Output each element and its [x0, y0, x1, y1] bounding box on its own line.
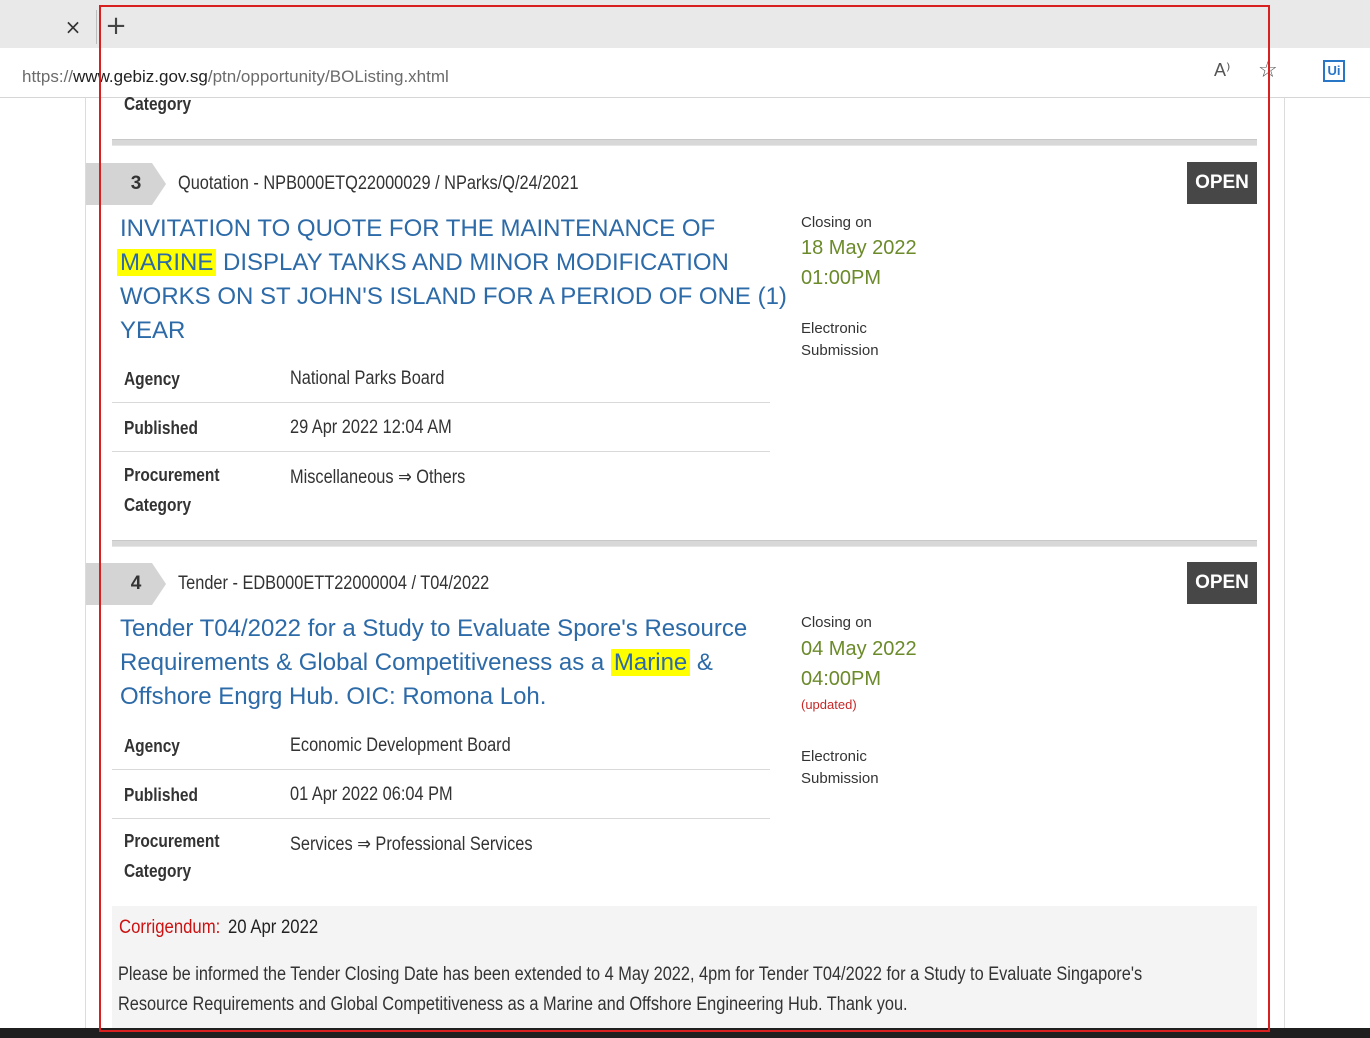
url-prefix: https://	[22, 67, 74, 86]
row-divider	[112, 451, 770, 452]
listing-reference: Tender - EDB000ETT22000004 / T04/2022	[178, 573, 490, 594]
listing-number-badge: 4	[86, 563, 166, 605]
updated-note: (updated)	[801, 697, 857, 712]
corrigendum-date: 20 Apr 2022	[228, 917, 319, 938]
listing-title-link[interactable]: INVITATION TO QUOTE FOR THE MAINTENANCE …	[117, 212, 787, 348]
listing-separator	[112, 139, 1257, 146]
read-aloud-icon[interactable]: A⁾	[1214, 60, 1230, 81]
url-host: www.gebiz.gov.sg	[73, 67, 208, 86]
row-divider	[112, 402, 770, 403]
submission-method: Electronic Submission	[801, 320, 879, 359]
closing-label: Closing on	[801, 614, 872, 631]
tab-strip: × +	[0, 0, 1370, 48]
title-line: INVITATION TO QUOTE FOR THE MAINTENANCE …	[120, 215, 716, 242]
listing-number: 4	[130, 573, 142, 594]
closing-time: 04:00PM	[801, 668, 882, 690]
taskbar-edge	[0, 1028, 1370, 1038]
listing-separator	[112, 540, 1257, 547]
url-path: /ptn/opportunity/BOListing.xhtml	[207, 67, 449, 86]
closing-date: 04 May 2022	[801, 638, 917, 660]
closing-date: 18 May 2022	[801, 237, 917, 259]
tab-divider	[96, 10, 97, 44]
title-line: YEAR	[120, 317, 186, 344]
title-line: WORKS ON ST JOHN'S ISLAND FOR A PERIOD O…	[120, 283, 787, 310]
title-line: Requirements & Global Competitiveness as…	[120, 649, 713, 676]
prev-category-label: Category	[124, 94, 192, 114]
published-value: 29 Apr 2022 12:04 AM	[290, 417, 452, 438]
extension-icon[interactable]: Ui	[1323, 60, 1345, 82]
status-badge: OPEN	[1187, 162, 1257, 204]
published-label: Published	[124, 785, 198, 805]
category-label: Category	[124, 861, 192, 881]
listing-number: 3	[130, 173, 142, 194]
procurement-value: Services ⇒ Professional Services	[290, 834, 533, 855]
published-value: 01 Apr 2022 06:04 PM	[290, 784, 453, 805]
url-field[interactable]: https://www.gebiz.gov.sg/ptn/opportunity…	[0, 54, 1298, 92]
listing-number-badge: 3	[86, 163, 166, 205]
title-line: Offshore Engrg Hub. OIC: Romona Loh.	[120, 683, 547, 710]
keyword-highlight: Marine	[610, 649, 691, 676]
tab-close-icon[interactable]: ×	[62, 16, 84, 38]
listing-title-link[interactable]: Tender T04/2022 for a Study to Evaluate …	[120, 612, 747, 714]
published-label: Published	[124, 418, 198, 438]
title-line: MARINE DISPLAY TANKS AND MINOR MODIFICAT…	[117, 246, 787, 280]
row-divider	[112, 818, 770, 819]
listing-reference: Quotation - NPB000ETQ22000029 / NParks/Q…	[178, 173, 579, 194]
new-tab-button[interactable]: +	[104, 13, 128, 39]
title-line: Tender T04/2022 for a Study to Evaluate …	[120, 615, 748, 642]
agency-label: Agency	[124, 736, 180, 756]
address-bar: https://www.gebiz.gov.sg/ptn/opportunity…	[0, 48, 1370, 98]
corrigendum-label: Corrigendum:	[119, 917, 221, 938]
category-label: Category	[124, 495, 192, 515]
procurement-label: Procurement	[124, 465, 220, 485]
closing-label: Closing on	[801, 214, 872, 231]
keyword-highlight: MARINE	[117, 249, 217, 276]
submission-method: Electronic Submission	[801, 748, 879, 787]
corrigendum-text: Please be informed the Tender Closing Da…	[118, 964, 1143, 1015]
agency-value: Economic Development Board	[290, 735, 511, 756]
add-favorite-icon[interactable]: ☆	[1258, 58, 1278, 83]
status-badge: OPEN	[1187, 562, 1257, 604]
url-text[interactable]: https://www.gebiz.gov.sg/ptn/opportunity…	[22, 67, 449, 87]
procurement-label: Procurement	[124, 831, 220, 851]
procurement-value: Miscellaneous ⇒ Others	[290, 467, 466, 488]
agency-label: Agency	[124, 369, 180, 389]
row-divider	[112, 769, 770, 770]
agency-value: National Parks Board	[290, 368, 445, 389]
closing-time: 01:00PM	[801, 267, 882, 289]
